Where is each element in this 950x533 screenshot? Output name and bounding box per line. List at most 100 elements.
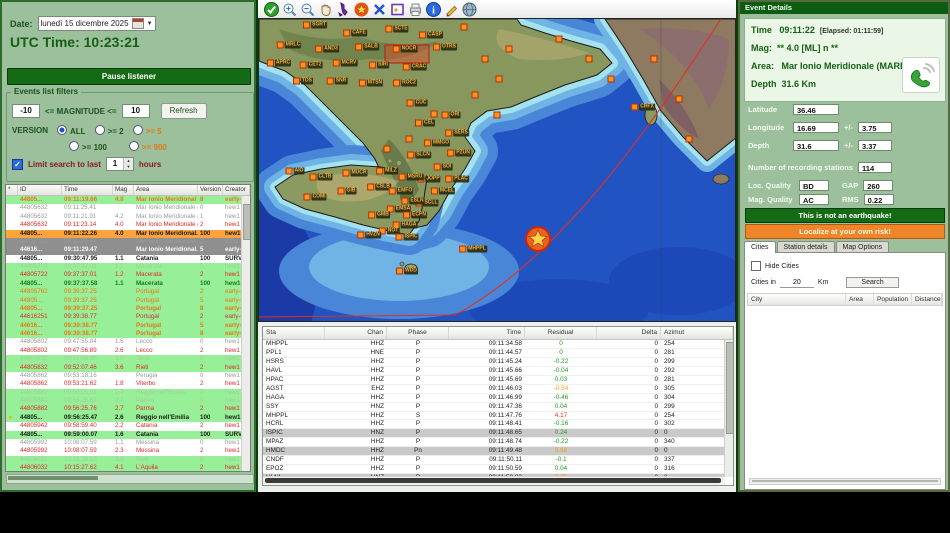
event-row[interactable]: 44616...09:39:38.77Portugal8early-est_ee… bbox=[6, 330, 242, 339]
version-option-900[interactable]: >= 900 bbox=[128, 141, 167, 152]
radio-icon[interactable] bbox=[57, 125, 68, 135]
pencil-icon[interactable] bbox=[444, 2, 459, 17]
snapshot-icon[interactable] bbox=[390, 2, 405, 17]
map-station-marker[interactable]: ISPIC bbox=[395, 233, 419, 241]
map-station-marker[interactable] bbox=[481, 55, 489, 63]
map-station-marker[interactable]: APRC bbox=[266, 59, 292, 67]
version-option-5[interactable]: >= 5 bbox=[132, 125, 162, 136]
map-station-marker[interactable]: SOI bbox=[433, 163, 453, 171]
event-row[interactable]: 44805802 09:47:55.84 1.6 Lecco 0 hew1 bbox=[6, 338, 242, 347]
localize-button[interactable]: Localize at your own risk! bbox=[745, 224, 945, 239]
map-station-marker[interactable]: CRFX bbox=[631, 103, 655, 111]
map-station-marker[interactable] bbox=[607, 75, 615, 83]
event-row[interactable]: 44805632 09:11:23.14 4.0 Mar Ionio Meridion… bbox=[6, 221, 242, 230]
event-row[interactable]: 44805... 09:11:19.66 4.8 Mar Ionio Meridion… bbox=[6, 196, 242, 205]
map-station-marker[interactable]: AIO bbox=[285, 167, 305, 175]
event-row[interactable]: 44805832 09:52:08.68 3.8 Terni 0 hew1 bbox=[6, 355, 242, 364]
event-row[interactable]: 44805992 10:08:07.59 1.1 Messina 0 hew1 bbox=[6, 438, 242, 448]
not-earthquake-button[interactable]: This is not an earthquake! bbox=[745, 208, 945, 223]
map-station-marker[interactable]: ECPN bbox=[403, 211, 427, 219]
map-station-marker[interactable]: MCRV bbox=[332, 59, 358, 67]
map-station-marker[interactable]: NOCR bbox=[392, 45, 418, 53]
version-option-all[interactable]: ALL bbox=[57, 125, 86, 136]
map-station-marker[interactable] bbox=[685, 135, 693, 143]
map-station-marker[interactable]: GIB bbox=[337, 187, 357, 195]
map-station-marker[interactable] bbox=[405, 135, 413, 143]
globe-icon[interactable] bbox=[462, 2, 477, 17]
event-row[interactable]: 44805832 09:52:07.46 3.6 Rieti 2 hew1 bbox=[6, 363, 242, 372]
map-station-marker[interactable]: SALB bbox=[355, 43, 379, 51]
calendar-icon[interactable] bbox=[131, 18, 144, 29]
event-row[interactable]: 4461625109:39:38.77Portugal2early-est_ee… bbox=[6, 313, 242, 322]
event-row[interactable]: 44805...09:39:37.25Portugal8early-est_ee… bbox=[6, 304, 242, 314]
longitude-error-field[interactable]: 3.75 bbox=[857, 122, 892, 133]
event-row[interactable]: 44805862 09:53:21.62 1.8 Viterbo 2 hew1 bbox=[6, 380, 242, 389]
map-station-marker[interactable]: SIRI bbox=[369, 61, 389, 69]
station-pick-row[interactable]: AGST EHZ P 09:11:46.03 -0.54 0 305 bbox=[263, 385, 725, 394]
station-pick-row[interactable]: MPAZ HHZ P 09:11:48.74 -0.22 0 340 bbox=[263, 438, 725, 448]
pan-hand-icon[interactable] bbox=[318, 2, 333, 17]
stations-table-hscrollbar[interactable] bbox=[263, 476, 725, 485]
map-station-marker[interactable]: WDD bbox=[396, 267, 418, 275]
chevron-down-icon[interactable]: ▼ bbox=[147, 21, 153, 27]
stations-count-field[interactable]: 114 bbox=[858, 162, 893, 173]
refresh-button[interactable]: Refresh bbox=[160, 103, 207, 119]
magnitude-min-input[interactable]: -10 bbox=[12, 104, 40, 118]
map-station-marker[interactable]: MMGO bbox=[423, 139, 451, 147]
print-icon[interactable] bbox=[408, 2, 423, 17]
map-station-marker[interactable] bbox=[430, 110, 438, 118]
stations-table-header[interactable]: Sta Chan Phase Time Residual Delta Azimu… bbox=[263, 327, 733, 340]
map-station-marker[interactable]: AND3 bbox=[315, 45, 339, 53]
station-pick-row[interactable]: ISPIC HNZ P 09:11:48.65 0.24 0 0 bbox=[263, 429, 725, 439]
map-station-marker[interactable]: MHPPL bbox=[459, 245, 487, 253]
event-row[interactable]: 44805882 09:56:25.62 2.7 Parma 1 hew1 bbox=[6, 397, 242, 406]
event-row[interactable]: 44805882 09:56:25.76 2.7 Parma 2 hew1 bbox=[6, 405, 242, 414]
map-station-marker[interactable]: MTSN bbox=[358, 79, 384, 87]
map-station-marker[interactable] bbox=[505, 45, 513, 53]
events-table-header[interactable]: * ID Time Mag Area Version Creator bbox=[6, 185, 250, 196]
station-pick-row[interactable]: HAVL HHZ P 09:11:45.66 -0.04 0 292 bbox=[263, 367, 725, 376]
map-station-marker[interactable]: CUC bbox=[406, 99, 428, 107]
event-row[interactable]: 44805...09:59:00.071.6Catania100SURVEY-I… bbox=[6, 430, 242, 439]
map-station-marker[interactable]: CRAC bbox=[402, 63, 428, 71]
station-pick-row[interactable]: EPOZ HHZ P 09:11:50.59 0.04 0 316 bbox=[263, 465, 725, 475]
map-station-marker[interactable]: GMB bbox=[368, 211, 390, 219]
events-table-hscrollbar[interactable] bbox=[6, 474, 254, 484]
map-station-marker[interactable]: CAFE bbox=[343, 29, 367, 37]
event-row[interactable]: 44805722 09:37:37.01 1.2 Macerata 0 hew1 bbox=[6, 263, 242, 272]
station-pick-row[interactable]: MHPPL HHZ P 09:11:34.58 0 0 254 bbox=[263, 340, 725, 349]
map-station-marker[interactable]: HVZN bbox=[357, 231, 381, 239]
close-x-icon[interactable] bbox=[372, 2, 387, 17]
map-station-marker[interactable]: SCTE bbox=[385, 25, 409, 33]
map-station-marker[interactable]: CASP bbox=[419, 31, 443, 39]
event-row[interactable]: 44806032 10:15:27.62 4.1 L'Aquila 2 hew1 bbox=[6, 464, 242, 471]
date-picker[interactable]: lunedì 15 dicembre 2025 ▼ bbox=[37, 16, 156, 31]
map-station-marker[interactable]: CLTB bbox=[309, 173, 333, 181]
map-station-marker[interactable]: MSRU bbox=[398, 173, 424, 181]
map-station-marker[interactable] bbox=[460, 23, 468, 31]
event-row[interactable]: 44805632 09:11:21.91 4.2 Mar Ionio Meridion… bbox=[6, 212, 242, 222]
stepper-down-icon[interactable]: ▼ bbox=[123, 164, 133, 170]
map-station-marker[interactable] bbox=[555, 35, 563, 43]
map-station-marker[interactable]: PZUN bbox=[447, 149, 471, 157]
map-station-marker[interactable] bbox=[585, 55, 593, 63]
event-row[interactable]: 44616...09:39:38.77Portugal5early-est_ee… bbox=[6, 321, 242, 330]
map-station-marker[interactable] bbox=[383, 145, 391, 153]
map-station-marker[interactable]: SERS bbox=[445, 129, 469, 137]
station-pick-row[interactable]: MHPPL HHZ S 09:11:47.76 4.17 0 254 bbox=[263, 412, 725, 421]
call-button[interactable] bbox=[902, 57, 940, 93]
pause-listener-button[interactable]: Pause listener bbox=[7, 68, 251, 85]
limit-search-checkbox[interactable]: ✓ bbox=[12, 158, 23, 170]
confirm-icon[interactable] bbox=[264, 1, 279, 17]
star-icon[interactable] bbox=[354, 2, 369, 17]
tab-cities[interactable]: Cities bbox=[744, 241, 776, 253]
hide-cities-row[interactable]: Hide Cities bbox=[751, 261, 799, 271]
version-option-100[interactable]: >= 100 bbox=[69, 141, 107, 152]
event-row[interactable]: 44805... 09:37:37.58 1.1 Macerata 100 hew1 bbox=[6, 279, 242, 289]
map-station-marker[interactable]: MCEL bbox=[430, 187, 456, 195]
zoom-out-icon[interactable] bbox=[300, 2, 315, 17]
station-pick-row[interactable]: PPL1 HNE P 09:11:44.57 0 0 281 bbox=[263, 349, 725, 358]
map-station-marker[interactable]: SNR bbox=[326, 77, 348, 85]
event-row[interactable]: 44616121 09:11:29.47 Mar Ionio Meridionale… bbox=[6, 237, 242, 247]
station-pick-row[interactable]: HPAC HHZ P 09:11:45.69 0.03 0 281 bbox=[263, 376, 725, 385]
